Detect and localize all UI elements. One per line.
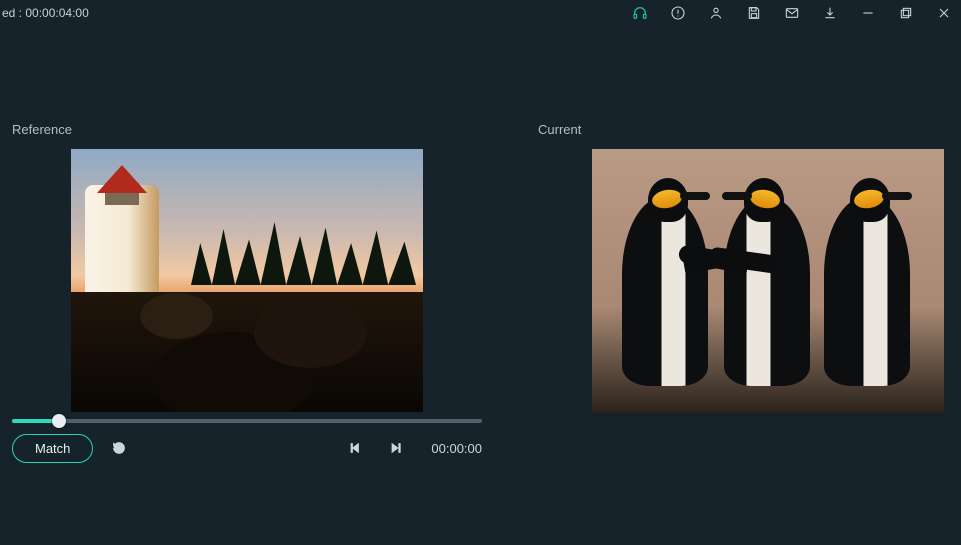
headphones-icon[interactable] bbox=[631, 4, 649, 22]
timecode: 00:00:00 bbox=[431, 441, 482, 456]
current-image bbox=[592, 149, 944, 412]
save-icon[interactable] bbox=[745, 4, 763, 22]
prev-frame-icon[interactable] bbox=[345, 436, 369, 460]
current-label: Current bbox=[538, 122, 949, 137]
current-panel: Current bbox=[538, 122, 949, 412]
alert-circle-icon[interactable] bbox=[669, 4, 687, 22]
titlebar-status-prefix: ed : bbox=[2, 6, 22, 20]
titlebar-toolbar bbox=[631, 4, 953, 22]
slider-thumb[interactable] bbox=[52, 414, 66, 428]
close-icon[interactable] bbox=[935, 4, 953, 22]
user-icon[interactable] bbox=[707, 4, 725, 22]
reference-label: Reference bbox=[12, 122, 482, 137]
reference-panel: Reference bbox=[12, 122, 482, 412]
maximize-restore-icon[interactable] bbox=[897, 4, 915, 22]
titlebar-status-time: 00:00:04:00 bbox=[25, 6, 88, 20]
current-preview[interactable] bbox=[592, 149, 944, 412]
slider-track[interactable] bbox=[12, 419, 482, 423]
mail-icon[interactable] bbox=[783, 4, 801, 22]
match-button[interactable]: Match bbox=[12, 434, 93, 463]
titlebar-status: ed : 00:00:04:00 bbox=[2, 6, 89, 20]
playhead-slider[interactable] bbox=[12, 414, 482, 428]
play-next-frame-icon[interactable] bbox=[383, 436, 407, 460]
minimize-icon[interactable] bbox=[859, 4, 877, 22]
reset-icon[interactable] bbox=[107, 436, 131, 460]
reference-preview[interactable] bbox=[71, 149, 423, 412]
reference-image bbox=[71, 149, 423, 412]
download-icon[interactable] bbox=[821, 4, 839, 22]
